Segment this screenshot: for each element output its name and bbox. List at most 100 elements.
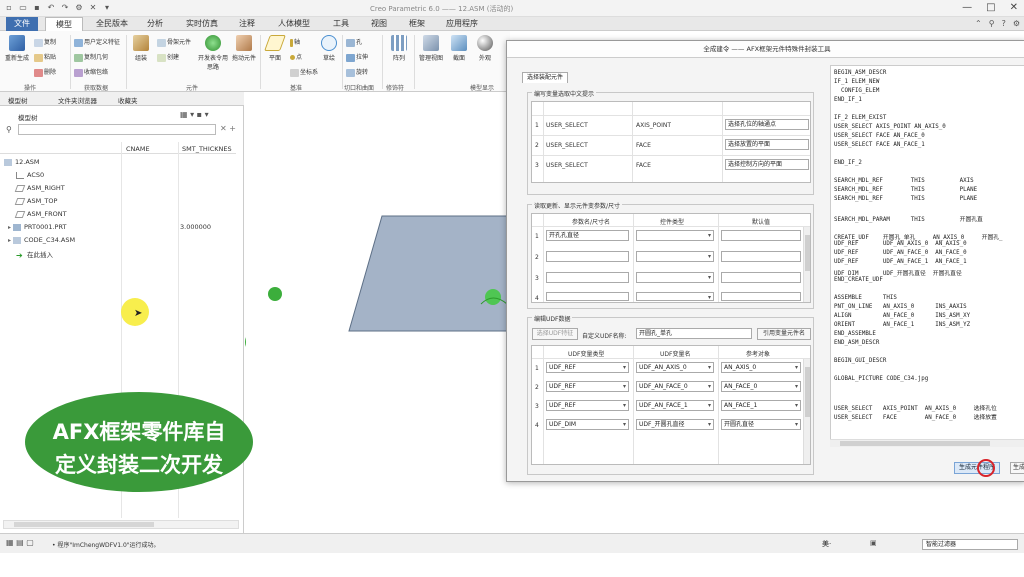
tree-item-asm-right[interactable]: ASM_RIGHT <box>14 184 65 192</box>
scrollbar-thumb[interactable] <box>805 367 810 417</box>
delete-button[interactable]: 删除 <box>34 67 56 77</box>
control-type-select[interactable] <box>636 230 714 241</box>
sketch-button[interactable]: 草绘 <box>316 35 342 62</box>
status-label[interactable]: 美· <box>822 539 831 549</box>
open-icon[interactable]: ▭ <box>18 3 28 13</box>
prompt-text-input[interactable]: 选择放置的平面 <box>725 139 809 150</box>
tab-applications[interactable]: 应用程序 <box>440 17 484 31</box>
tree-item-acs0[interactable]: ACS0 <box>16 171 44 179</box>
prompt-cell-kind[interactable]: FACE <box>636 162 651 169</box>
graphics-area[interactable] <box>245 92 507 533</box>
tab-folder-browser[interactable]: 文件夹浏览器 <box>58 95 97 105</box>
revolve-button[interactable]: 旋转 <box>346 67 368 77</box>
clear-filter-icon[interactable]: ✕ + <box>220 124 236 133</box>
open-design-button[interactable]: 开发表令用思路 <box>198 35 228 71</box>
help-icon[interactable]: ? <box>1002 19 1006 28</box>
minimize-button[interactable]: — <box>962 2 972 13</box>
control-type-select[interactable] <box>636 272 714 283</box>
tree-settings-icon[interactable]: ▦ ▾ ▪ ▾ <box>180 110 209 119</box>
paste-button[interactable]: 粘贴 <box>34 52 56 62</box>
udf-reference-select[interactable]: AN_FACE_1 <box>721 400 801 411</box>
default-value-input[interactable] <box>721 292 801 301</box>
parameter-grid-scrollbar[interactable] <box>803 227 810 302</box>
udf-name-select[interactable]: UDF_AN_FACE_1 <box>636 400 714 411</box>
tree-item-asm-top[interactable]: ASM_TOP <box>14 197 57 205</box>
default-value-input[interactable] <box>721 230 801 241</box>
tab-manikin[interactable]: 人体模型 <box>272 17 316 31</box>
point-button[interactable]: 点 <box>290 52 302 61</box>
customize-icon[interactable]: ▾ <box>102 3 112 13</box>
prompt-text-input[interactable]: 选择控制方向的平面 <box>725 159 809 170</box>
param-name-input[interactable] <box>546 272 629 283</box>
tab-version[interactable]: 全民版本 <box>90 17 134 31</box>
tab-view[interactable]: 视图 <box>364 17 394 31</box>
plane-button[interactable]: 平面 <box>262 35 288 62</box>
expand-icon[interactable]: ▸ <box>8 224 11 231</box>
tab-simulation[interactable]: 实时仿真 <box>180 17 224 31</box>
undo-icon[interactable]: ↶ <box>46 3 56 13</box>
new-icon[interactable]: ▫ <box>4 3 14 13</box>
graphics-canvas[interactable] <box>245 92 507 533</box>
udf-reference-select[interactable]: 开圆孔直径 <box>721 419 801 430</box>
ribbon-collapse-icon[interactable]: ⌃ <box>975 19 982 28</box>
tab-framework[interactable]: 框架 <box>402 17 432 31</box>
control-type-select[interactable] <box>636 292 714 301</box>
column-header-cname[interactable]: CNAME <box>126 145 150 153</box>
copy-geometry-button[interactable]: 复制几何 <box>74 52 108 62</box>
close-window-icon[interactable]: ✕ <box>88 3 98 13</box>
tree-item-root[interactable]: 12.ASM <box>4 158 40 166</box>
tree-horizontal-scrollbar[interactable] <box>3 520 239 529</box>
udf-button[interactable]: 用户定义特征 <box>74 37 120 47</box>
control-type-select[interactable] <box>636 251 714 262</box>
udf-type-select[interactable]: UDF_DIM <box>546 419 629 430</box>
scrollbar-thumb[interactable] <box>840 441 990 446</box>
reference-variable-button[interactable]: 引用变量元件名 <box>757 328 811 340</box>
tree-filter-input[interactable] <box>18 124 216 135</box>
shrinkwrap-button[interactable]: 收缩包络 <box>74 67 108 77</box>
pattern-button[interactable]: 阵列 <box>386 35 412 62</box>
status-icons[interactable]: ▦ ▤ ▢ <box>6 538 34 547</box>
udf-type-select[interactable]: UDF_REF <box>546 381 629 392</box>
tab-tools[interactable]: 工具 <box>326 17 356 31</box>
tab-file[interactable]: 文件 <box>6 17 38 31</box>
tree-item-code-c34[interactable]: ▸ CODE_C34.ASM <box>8 236 75 244</box>
extrude-button[interactable]: 拉伸 <box>346 52 368 62</box>
param-name-input[interactable] <box>546 251 629 262</box>
code-horizontal-scrollbar[interactable] <box>830 439 1024 447</box>
prompt-cell-type[interactable]: USER_SELECT <box>546 142 588 149</box>
udf-name-input[interactable]: 开圆孔_单孔 <box>636 328 752 339</box>
udf-type-select[interactable]: UDF_REF <box>546 400 629 411</box>
view-control-icon[interactable]: ▣ <box>870 539 877 547</box>
default-value-input[interactable] <box>721 272 801 283</box>
manage-views-button[interactable]: 管理视图 <box>416 35 446 62</box>
prompt-text-input[interactable]: 选择孔位的轴通点 <box>725 119 809 130</box>
udf-reference-select[interactable]: AN_AXIS_0 <box>721 362 801 373</box>
settings-icon[interactable]: ⚙ <box>1013 19 1020 28</box>
section-button[interactable]: 截面 <box>446 35 472 62</box>
smart-filter-select[interactable]: 智能过滤器 <box>922 539 1018 550</box>
tree-item-insert-here[interactable]: ➔ 在此插入 <box>16 249 53 259</box>
csys-button[interactable]: 坐标系 <box>290 67 318 77</box>
default-value-input[interactable] <box>721 251 801 262</box>
save-icon[interactable]: ▪ <box>32 3 42 13</box>
udf-name-select[interactable]: UDF_AN_FACE_0 <box>636 381 714 392</box>
tab-favorites[interactable]: 收藏夹 <box>118 95 138 105</box>
tree-item-asm-front[interactable]: ASM_FRONT <box>14 210 67 218</box>
column-header-smt-thickness[interactable]: SMT_THICKNES <box>182 145 232 153</box>
prompt-cell-kind[interactable]: AXIS_POINT <box>636 122 671 129</box>
redo-icon[interactable]: ↷ <box>60 3 70 13</box>
appearance-button[interactable]: 外观 <box>472 35 498 62</box>
help-search-icon[interactable]: ⚲ <box>989 19 995 28</box>
prompt-cell-type[interactable]: USER_SELECT <box>546 122 588 129</box>
tab-model-tree[interactable]: 模型树 <box>8 95 28 105</box>
udf-grid-scrollbar[interactable] <box>803 359 810 464</box>
generated-code-panel[interactable]: BEGIN_ASM_DESCR IF_1 ELEM_NEW CONFIG_ELE… <box>830 65 1024 443</box>
param-name-input[interactable] <box>546 292 629 301</box>
tab-model[interactable]: 模型 <box>45 17 83 31</box>
udf-type-select[interactable]: UDF_REF <box>546 362 629 373</box>
udf-name-select[interactable]: UDF_开圆孔直径 <box>636 419 714 430</box>
tab-analysis[interactable]: 分析 <box>140 17 170 31</box>
udf-reference-select[interactable]: AN_FACE_0 <box>721 381 801 392</box>
generate-button-2[interactable]: 生成 <box>1010 462 1024 474</box>
udf-name-select[interactable]: UDF_AN_AXIS_0 <box>636 362 714 373</box>
